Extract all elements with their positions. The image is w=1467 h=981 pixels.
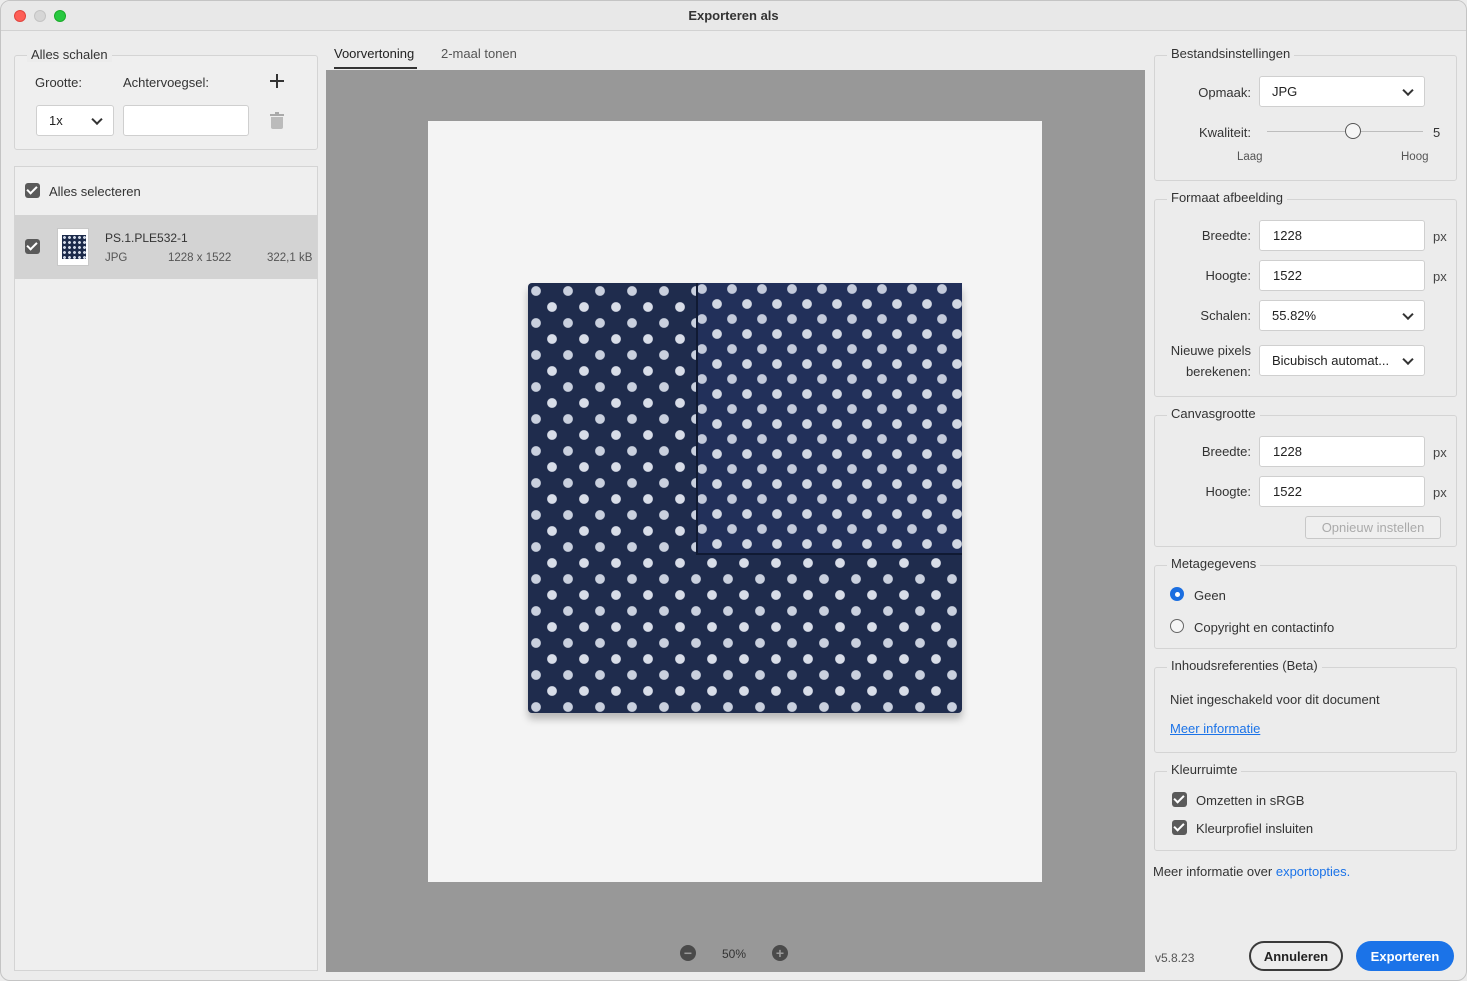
select-all-checkbox[interactable]: [25, 183, 40, 198]
scale-all-legend: Alles schalen: [27, 47, 112, 62]
suffix-input[interactable]: [123, 105, 249, 136]
file-size: 322,1 kB: [267, 252, 313, 264]
format-label: Opmaak:: [1198, 85, 1251, 100]
active-tab-indicator: [334, 67, 417, 69]
size-select-value: 1x: [49, 113, 63, 128]
trash-icon[interactable]: [270, 112, 284, 129]
file-thumbnail: [57, 228, 89, 266]
metadata-group: Metagegevens Geen Copyright en contactin…: [1154, 556, 1457, 649]
file-name: PS.1.PLE532-1: [105, 231, 188, 245]
file-settings-group: Bestandsinstellingen Opmaak: JPG Kwalite…: [1154, 46, 1457, 181]
resample-label-line2: berekenen:: [1185, 364, 1251, 379]
cancel-button[interactable]: Annuleren: [1249, 941, 1343, 971]
chevron-down-icon: [91, 113, 103, 125]
embed-profile-label: Kleurprofiel insluiten: [1196, 821, 1314, 836]
image-height-unit: px: [1433, 269, 1447, 284]
resample-select-value: Bicubisch automat...: [1272, 353, 1390, 368]
resample-select[interactable]: Bicubisch automat...: [1259, 345, 1425, 376]
image-width-label: Breedte:: [1201, 228, 1251, 243]
chevron-down-icon: [1402, 353, 1414, 365]
metadata-copyright-label: Copyright en contactinfo: [1194, 620, 1335, 635]
suffix-label: Achtervoegsel:: [123, 75, 209, 90]
canvas-width-input[interactable]: 1228: [1259, 436, 1425, 467]
color-space-legend: Kleurruimte: [1167, 762, 1242, 777]
more-info-link[interactable]: Meer informatie: [1170, 721, 1260, 736]
canvas-size-legend: Canvasgrootte: [1167, 406, 1260, 421]
scale-select[interactable]: 55.82%: [1259, 300, 1425, 331]
format-select-value: JPG: [1272, 84, 1298, 99]
zoom-out-icon[interactable]: −: [680, 945, 696, 961]
file-row[interactable]: PS.1.PLE532-1 JPG 1228 x 1522 322,1 kB: [15, 215, 317, 279]
zoom-in-icon[interactable]: +: [772, 945, 788, 961]
metadata-none-radio[interactable]: [1170, 587, 1184, 601]
size-label: Grootte:: [35, 75, 82, 90]
chevron-down-icon: [1402, 84, 1414, 96]
export-options-info: Meer informatie over exportopties.: [1153, 864, 1350, 879]
convert-srgb-label: Omzetten in sRGB: [1196, 793, 1305, 808]
embed-profile-checkbox[interactable]: [1172, 820, 1187, 835]
export-dialog: Exporteren als Alles schalen Grootte: Ac…: [0, 0, 1467, 981]
metadata-legend: Metagegevens: [1167, 556, 1261, 571]
add-scale-icon[interactable]: [270, 74, 284, 88]
export-options-link[interactable]: exportopties.: [1276, 864, 1350, 879]
canvas-height-label: Hoogte:: [1205, 484, 1251, 499]
scale-all-group: Alles schalen Grootte: Achtervoegsel: 1x: [14, 47, 318, 150]
title-bar: Exporteren als: [1, 1, 1466, 31]
file-settings-legend: Bestandsinstellingen: [1167, 46, 1295, 61]
canvas-height-unit: px: [1433, 485, 1447, 500]
export-info-prefix: Meer informatie over: [1153, 864, 1273, 879]
image-height-input[interactable]: 1522: [1259, 260, 1425, 291]
select-all-label: Alles selecteren: [49, 184, 141, 199]
canvas-size-group: Canvasgrootte Breedte: 1228 px Hoogte: 1…: [1154, 406, 1457, 547]
canvas-width-label: Breedte:: [1201, 444, 1251, 459]
canvas-width-unit: px: [1433, 445, 1447, 460]
export-button[interactable]: Exporteren: [1356, 941, 1454, 971]
image-height-label: Hoogte:: [1205, 268, 1251, 283]
preview-area[interactable]: − +: [326, 70, 1145, 972]
image-width-input[interactable]: 1228: [1259, 220, 1425, 251]
content-credentials-text: Niet ingeschakeld voor dit document: [1170, 692, 1380, 707]
file-format: JPG: [105, 252, 128, 264]
file-checkbox[interactable]: [25, 239, 40, 254]
quality-label: Kwaliteit:: [1198, 125, 1251, 140]
content-credentials-group: Inhoudsreferenties (Beta) Niet ingeschak…: [1154, 658, 1457, 753]
quality-value: 5: [1433, 125, 1441, 140]
convert-srgb-checkbox[interactable]: [1172, 792, 1187, 807]
scale-label: Schalen:: [1200, 308, 1251, 323]
color-space-group: Kleurruimte Omzetten in sRGB Kleurprofie…: [1154, 762, 1457, 851]
tab-2x[interactable]: 2-maal tonen: [441, 46, 517, 61]
size-select[interactable]: 1x: [36, 105, 114, 136]
zoom-level: 50%: [722, 947, 747, 961]
quality-high-label: Hoog: [1401, 151, 1429, 163]
quality-slider-knob[interactable]: [1344, 123, 1361, 139]
chevron-down-icon: [1402, 308, 1414, 320]
scale-select-value: 55.82%: [1272, 308, 1317, 323]
preview-canvas: [428, 121, 1042, 882]
metadata-none-label: Geen: [1194, 588, 1226, 603]
content-credentials-legend: Inhoudsreferenties (Beta): [1167, 658, 1322, 673]
image-size-legend: Formaat afbeelding: [1167, 190, 1288, 205]
window-title: Exporteren als: [688, 8, 779, 23]
file-list-panel: Alles selecteren PS.1.PLE532-1 JPG 1228 …: [14, 166, 318, 971]
reset-button[interactable]: Opnieuw instellen: [1305, 516, 1441, 539]
image-size-group: Formaat afbeelding Breedte: 1228 px Hoog…: [1154, 190, 1457, 397]
image-width-unit: px: [1433, 229, 1447, 244]
resample-label-line1: Nieuwe pixels: [1170, 343, 1251, 358]
tab-preview[interactable]: Voorvertoning: [334, 46, 414, 61]
format-select[interactable]: JPG: [1259, 76, 1425, 107]
quality-low-label: Laag: [1237, 151, 1263, 163]
file-dimensions: 1228 x 1522: [168, 252, 232, 264]
preview-image: [528, 283, 962, 713]
canvas-height-input[interactable]: 1522: [1259, 476, 1425, 507]
metadata-copyright-radio[interactable]: [1170, 619, 1184, 633]
version-label: v5.8.23: [1155, 951, 1195, 965]
